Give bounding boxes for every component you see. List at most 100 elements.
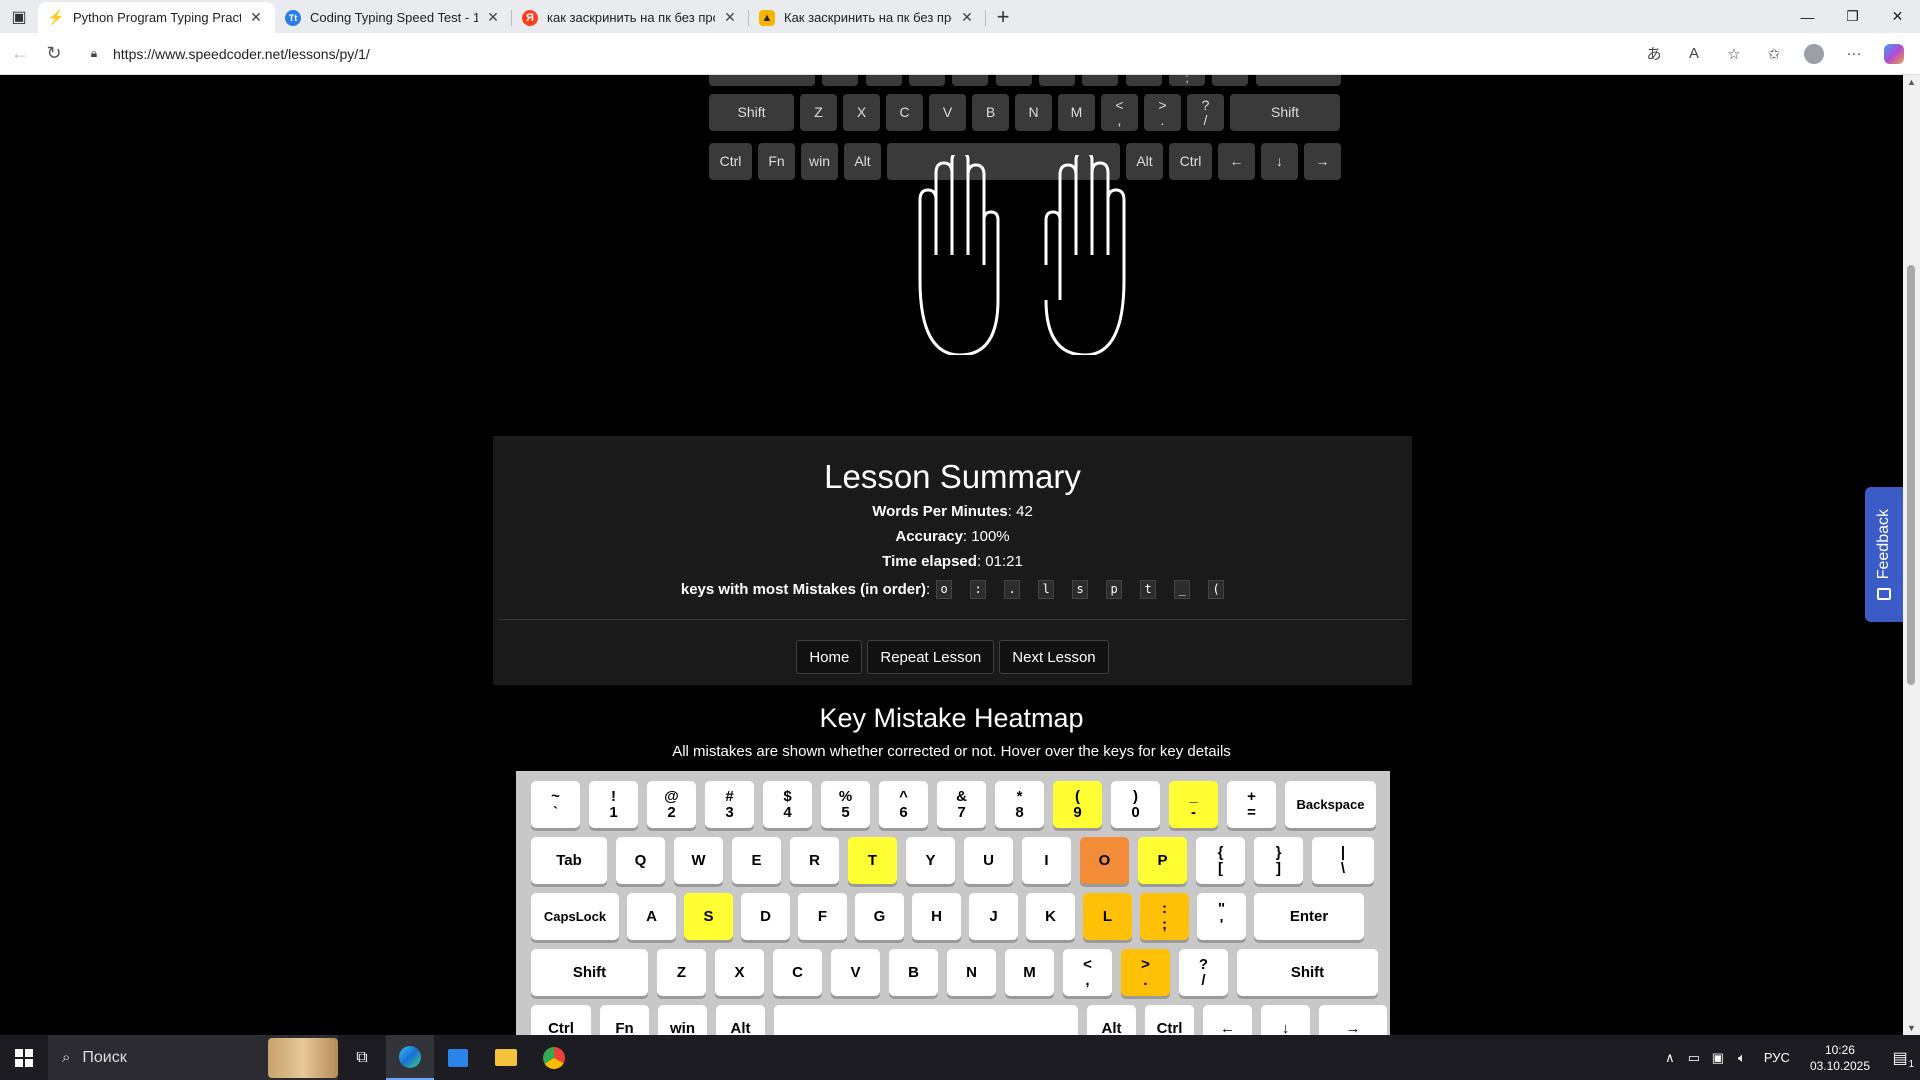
read-aloud-icon[interactable]: A [1674,39,1714,69]
chrome-taskbar-icon[interactable] [530,1035,578,1080]
heat-key-underscoredashdash[interactable]: _ - [1169,781,1218,828]
heat-key-rbracedashrbracket[interactable]: }] [1254,837,1303,884]
tab-3[interactable]: ▲ Как заскринить на пк без прогр ✕ [749,2,986,33]
heat-key-d[interactable]: D [741,893,790,940]
heat-key-e[interactable]: E [732,837,781,884]
heat-key-tab[interactable]: Tab [531,837,607,884]
tab-2[interactable]: Я как заскринить на пк без програ ✕ [512,2,749,33]
tab-actions-icon[interactable]: ▣ [0,0,38,33]
heat-key-alt[interactable]: Alt [1087,1005,1136,1035]
feedback-button[interactable]: Feedback [1865,487,1903,622]
heat-key-a[interactable]: A [627,893,676,940]
clock[interactable]: 10:26 03.10.2025 [1810,1042,1870,1074]
next-lesson-button[interactable]: Next Lesson [999,640,1109,674]
heat-key-excldash1[interactable]: ! 1 [589,781,638,828]
heat-key-w[interactable]: W [674,837,723,884]
tab-1[interactable]: Tt Coding Typing Speed Test - 1 min ✕ [275,2,512,33]
heat-key-left[interactable]: ← [1203,1005,1252,1035]
heat-key-tildedashbacktick[interactable]: ~ ` [531,781,580,828]
heat-key-qdashslash[interactable]: ? / [1179,949,1228,996]
heat-key-j[interactable]: J [969,893,1018,940]
heat-key-gtdashdot[interactable]: >. [1121,949,1170,996]
site-info-icon[interactable]: 🔒︎ [85,46,103,61]
copilot-icon[interactable] [1874,39,1914,69]
heat-key-f[interactable]: F [798,893,847,940]
heat-key-win[interactable]: win [658,1005,707,1035]
heat-key-alt[interactable]: Alt [716,1005,765,1035]
taskbar-search[interactable]: ⌕ Поиск [48,1035,338,1080]
heat-key-r[interactable]: R [790,837,839,884]
heat-key-hashdash3[interactable]: #3 [705,781,754,828]
heat-key-lparendash9[interactable]: (9 [1053,781,1102,828]
heat-key-h[interactable]: H [912,893,961,940]
new-tab-button[interactable]: + [986,0,1020,33]
heat-key-ampdash7[interactable]: & 7 [937,781,986,828]
close-tab-icon[interactable]: ✕ [958,9,976,26]
restore-icon[interactable]: ❐ [1830,0,1875,33]
home-button[interactable]: Home [796,640,863,674]
heat-key-atdash2[interactable]: @2 [647,781,696,828]
heat-key-l[interactable]: L [1083,893,1132,940]
heat-key-colondashsemi[interactable]: :; [1140,893,1189,940]
heat-key-pipedashbslash[interactable]: | \ [1312,837,1374,884]
close-tab-icon[interactable]: ✕ [484,9,502,26]
heat-key-caretdash6[interactable]: ^ 6 [879,781,928,828]
translate-icon[interactable]: あ [1634,39,1674,69]
url-field[interactable]: 🔒︎ https://www.speedcoder.net/lessons/py… [85,39,1634,69]
heat-key-c[interactable]: C [773,949,822,996]
meet-icon[interactable]: ▭ [1682,1050,1706,1066]
heat-key-space[interactable] [774,1005,1078,1035]
repeat-lesson-button[interactable]: Repeat Lesson [867,640,995,674]
heat-key-x[interactable]: X [715,949,764,996]
heat-key-backspace[interactable]: Backspace [1285,781,1376,828]
chevron-up-icon[interactable]: ∧ [1658,1050,1682,1066]
heat-key-v[interactable]: V [831,949,880,996]
heat-key-m[interactable]: M [1005,949,1054,996]
heat-key-down[interactable]: ↓ [1261,1005,1310,1035]
scroll-up-icon[interactable]: ▲ [1903,77,1920,87]
heat-key-stardash8[interactable]: * 8 [995,781,1044,828]
explorer-taskbar-icon[interactable] [482,1035,530,1080]
page-scrollbar[interactable]: ▲ ▼ [1903,75,1920,1035]
heat-key-enter[interactable]: Enter [1254,893,1364,940]
heat-key-y[interactable]: Y [906,837,955,884]
start-icon[interactable] [0,1035,48,1080]
heat-key-t[interactable]: T [848,837,897,884]
reload-icon[interactable]: ↻ [37,37,71,71]
heat-key-right[interactable]: → [1319,1005,1387,1035]
favorite-star-icon[interactable]: ☆ [1714,39,1754,69]
heat-key-rparendash0[interactable]: ) 0 [1111,781,1160,828]
heat-key-shift[interactable]: Shift [1237,949,1378,996]
heat-key-u[interactable]: U [964,837,1013,884]
heat-key-ctrl[interactable]: Ctrl [531,1005,591,1035]
more-menu-icon[interactable]: ··· [1834,39,1874,69]
network-icon[interactable]: ▣ [1706,1050,1730,1066]
edge-taskbar-icon[interactable] [386,1035,434,1080]
scroll-down-icon[interactable]: ▼ [1903,1023,1920,1033]
heat-key-k[interactable]: K [1026,893,1075,940]
heat-key-ltdashcomma[interactable]: <, [1063,949,1112,996]
volume-icon[interactable]: 🔈︎ [1730,1050,1754,1066]
heat-key-n[interactable]: N [947,949,996,996]
language-indicator[interactable]: РУС [1764,1050,1790,1065]
heat-key-q[interactable]: Q [616,837,665,884]
task-view-icon[interactable]: ⧉ [338,1035,386,1080]
heat-key-b[interactable]: B [889,949,938,996]
heat-key-capslock[interactable]: CapsLock [531,893,619,940]
heat-key-fn[interactable]: Fn [600,1005,649,1035]
heat-key-shift[interactable]: Shift [531,949,648,996]
close-tab-icon[interactable]: ✕ [721,9,739,26]
scroll-thumb[interactable] [1907,265,1915,685]
back-icon[interactable]: ← [3,37,37,71]
heat-key-dollardash4[interactable]: $4 [763,781,812,828]
profile-avatar[interactable] [1794,39,1834,69]
minimize-icon[interactable]: — [1785,0,1830,33]
tab-0[interactable]: ⚡ Python Program Typing Practice | ✕ [38,2,275,33]
heat-key-plusdasheq[interactable]: + = [1227,781,1276,828]
heat-key-s[interactable]: S [684,893,733,940]
heat-key-z[interactable]: Z [657,949,706,996]
close-tab-icon[interactable]: ✕ [247,9,265,26]
heat-key-p[interactable]: P [1138,837,1187,884]
notifications-icon[interactable]: ▤ 1 [1880,1048,1920,1070]
heat-key-lbracedashlbracket[interactable]: {[ [1196,837,1245,884]
